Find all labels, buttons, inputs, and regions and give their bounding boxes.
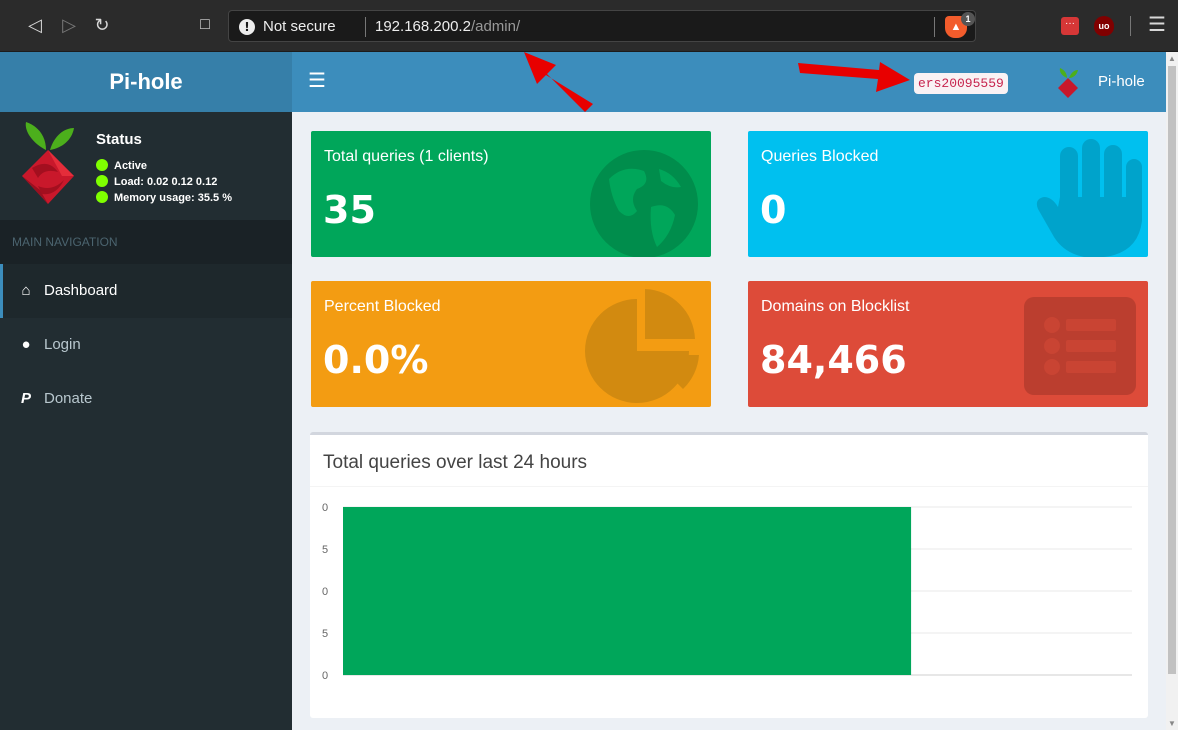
url-text[interactable]: 192.168.200.2/admin/ bbox=[375, 18, 520, 35]
reload-icon[interactable]: ↻ bbox=[89, 12, 115, 38]
address-divider bbox=[934, 17, 935, 37]
stat-value: 0 bbox=[760, 188, 787, 232]
y-tick-label: 0 bbox=[322, 670, 328, 682]
pie-chart-icon bbox=[585, 289, 699, 403]
queries-bar-chart[interactable]: 0 5 0 5 0 bbox=[310, 487, 1148, 717]
shield-count-badge: 1 bbox=[961, 12, 975, 26]
stat-value: 0.0% bbox=[323, 338, 429, 382]
status-title: Status bbox=[96, 131, 142, 148]
security-label[interactable]: Not secure bbox=[263, 18, 336, 35]
chart-bar[interactable] bbox=[343, 507, 912, 675]
status-panel: Status Active Load: 0.02 0.12 0.12 Memor… bbox=[0, 112, 292, 220]
status-dot-icon bbox=[96, 159, 108, 171]
user-icon: ● bbox=[21, 336, 31, 353]
scrollbar-thumb[interactable] bbox=[1168, 66, 1176, 674]
sidebar-item-label: Login bbox=[44, 336, 81, 353]
forward-icon[interactable]: ▷ bbox=[56, 12, 82, 38]
pihole-logo-icon bbox=[22, 122, 74, 204]
status-active-text: Active bbox=[114, 160, 148, 172]
bookmark-icon[interactable]: □ bbox=[192, 12, 218, 38]
scroll-down-icon[interactable]: ▼ bbox=[1168, 719, 1176, 728]
pihole-user-icon[interactable] bbox=[1056, 68, 1080, 98]
y-tick-label: 5 bbox=[322, 628, 328, 640]
user-menu-label[interactable]: Pi-hole bbox=[1098, 73, 1145, 90]
toolbar-separator bbox=[1130, 16, 1131, 36]
sidebar-toggle-icon[interactable]: ☰ bbox=[308, 70, 326, 92]
paypal-icon: P bbox=[20, 390, 31, 407]
address-bar[interactable]: ! Not secure 192.168.200.2/admin/ ▲ 1 bbox=[228, 10, 976, 42]
stat-label: Domains on Blocklist bbox=[761, 298, 910, 315]
hostname-badge: ers20095559 bbox=[914, 73, 1008, 94]
browser-menu-icon[interactable]: ☰ bbox=[1148, 12, 1166, 38]
status-active: Active bbox=[96, 159, 147, 173]
status-dot-icon bbox=[96, 191, 108, 203]
status-dot-icon bbox=[96, 175, 108, 187]
list-icon bbox=[1024, 297, 1136, 395]
chart-title: Total queries over last 24 hours bbox=[323, 452, 588, 473]
browser-toolbar: ◁ ▷ ↻ □ ! Not secure 192.168.200.2/admin… bbox=[0, 0, 1178, 52]
globe-icon bbox=[590, 150, 698, 257]
y-tick-label: 0 bbox=[322, 502, 328, 514]
status-memory: Memory usage: 35.5 % bbox=[96, 191, 232, 205]
top-navbar: ☰ ers20095559 Pi-hole bbox=[292, 52, 1166, 112]
sidebar-item-login[interactable]: ● Login bbox=[0, 318, 292, 372]
sidebar-item-dashboard[interactable]: ⌂ Dashboard bbox=[0, 264, 292, 318]
hand-icon bbox=[1036, 139, 1142, 257]
scroll-up-icon[interactable]: ▲ bbox=[1168, 54, 1176, 63]
stat-total-queries[interactable]: Total queries (1 clients) 35 bbox=[311, 131, 711, 257]
url-host: 192.168.200.2 bbox=[375, 18, 471, 35]
queries-chart-panel: Total queries over last 24 hours 0 5 0 5 0 bbox=[310, 432, 1148, 718]
y-tick-label: 5 bbox=[322, 544, 328, 556]
sidebar-item-label: Donate bbox=[44, 390, 93, 407]
page-scrollbar[interactable]: ▲ ▼ bbox=[1166, 52, 1178, 730]
stat-value: 35 bbox=[323, 188, 376, 232]
sidebar-item-label: Dashboard bbox=[44, 282, 118, 299]
stat-value: 84,466 bbox=[760, 338, 907, 382]
status-load-text: Load: 0.02 0.12 0.12 bbox=[114, 176, 218, 188]
stat-label: Queries Blocked bbox=[761, 148, 879, 165]
brave-shield-icon[interactable]: ▲ 1 bbox=[945, 12, 975, 38]
stat-label: Percent Blocked bbox=[324, 298, 441, 315]
back-icon[interactable]: ◁ bbox=[22, 12, 48, 38]
lastpass-extension-icon[interactable]: ··· bbox=[1061, 17, 1079, 35]
address-separator bbox=[365, 17, 366, 37]
y-tick-label: 0 bbox=[322, 586, 328, 598]
home-icon: ⌂ bbox=[21, 282, 31, 299]
stat-label: Total queries (1 clients) bbox=[324, 148, 489, 165]
info-icon[interactable]: ! bbox=[239, 19, 255, 35]
sidebar: Pi-hole Status Active Load: 0.02 0.12 0.… bbox=[0, 52, 292, 730]
ublock-extension-icon[interactable]: uo bbox=[1094, 16, 1114, 36]
stat-percent-blocked[interactable]: Percent Blocked 0.0% bbox=[311, 281, 711, 407]
url-path: /admin/ bbox=[470, 18, 521, 35]
stat-domains-blocklist[interactable]: Domains on Blocklist 84,466 bbox=[748, 281, 1148, 407]
sidebar-item-donate[interactable]: P Donate bbox=[0, 372, 292, 426]
status-load: Load: 0.02 0.12 0.12 bbox=[96, 175, 217, 189]
status-memory-text: Memory usage: 35.5 % bbox=[114, 192, 232, 204]
stat-queries-blocked[interactable]: Queries Blocked 0 bbox=[748, 131, 1148, 257]
app-logo[interactable]: Pi-hole bbox=[0, 52, 292, 112]
nav-header: MAIN NAVIGATION bbox=[0, 220, 292, 264]
